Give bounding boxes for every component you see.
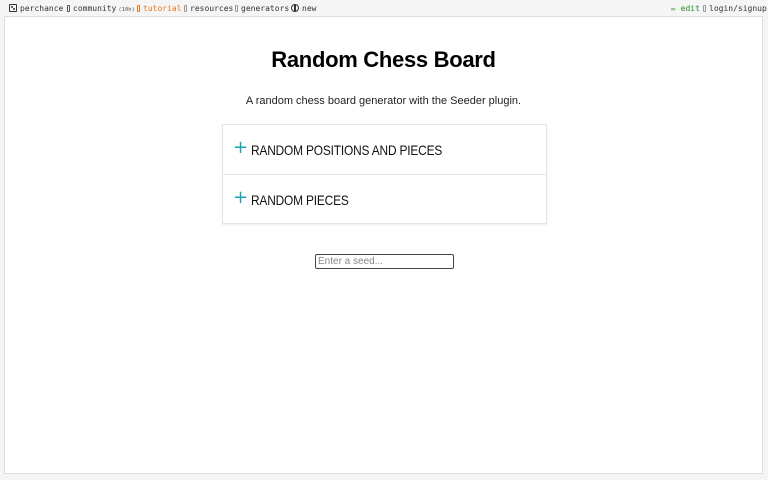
resources-icon	[184, 5, 187, 12]
accordion-item-random-pieces[interactable]: + RANDOM PIECES	[223, 174, 546, 223]
community-label: community	[73, 4, 117, 13]
edit-link[interactable]: ✏ edit	[671, 4, 700, 13]
new-label: new	[302, 4, 317, 13]
tutorial-icon	[137, 5, 140, 12]
accordion-item-label: RANDOM PIECES	[251, 192, 349, 208]
resources-label: resources	[190, 4, 234, 13]
plus-icon: +	[233, 137, 249, 158]
resources-link[interactable]: resources	[184, 4, 233, 13]
edit-label: ✏ edit	[671, 4, 700, 13]
accordion-item-label: RANDOM POSITIONS AND PIECES	[251, 142, 443, 158]
generators-link[interactable]: generators	[235, 4, 289, 13]
dice-icon	[9, 4, 17, 12]
tutorial-label: tutorial	[143, 4, 182, 13]
top-navigation-bar: perchance community (10h) tutorial resour…	[0, 0, 768, 17]
brand-label: perchance	[20, 4, 64, 13]
plus-icon: +	[233, 187, 249, 208]
accordion-item-random-positions-and-pieces[interactable]: + RANDOM POSITIONS AND PIECES	[223, 125, 546, 174]
new-link[interactable]: new	[291, 4, 316, 13]
accordion: + RANDOM POSITIONS AND PIECES + RANDOM P…	[222, 124, 547, 224]
generators-icon	[235, 5, 238, 12]
login-icon	[703, 5, 706, 12]
login-label: login/signup	[709, 4, 767, 13]
generators-label: generators	[241, 4, 290, 13]
community-icon	[67, 5, 70, 12]
globe-icon	[291, 4, 299, 12]
generator-page: Random Chess Board A random chess board …	[4, 16, 763, 474]
community-link[interactable]: community (10h)	[67, 4, 135, 15]
community-count: (10h)	[118, 7, 135, 13]
seed-input[interactable]	[315, 254, 454, 269]
page-title: Random Chess Board	[271, 47, 496, 72]
login-link[interactable]: login/signup	[703, 4, 767, 13]
tutorial-link[interactable]: tutorial	[137, 4, 182, 13]
brand-link[interactable]: perchance	[9, 4, 63, 13]
page-subtitle: A random chess board generator with the …	[245, 95, 522, 107]
